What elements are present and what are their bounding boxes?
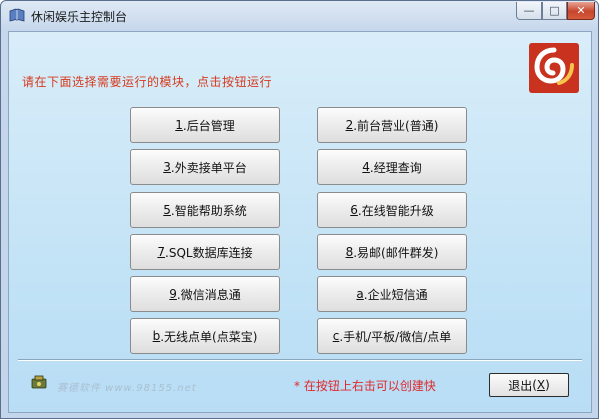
close-button[interactable]: ✕ — [567, 2, 595, 20]
minimize-icon: — — [523, 4, 535, 17]
software-icon — [31, 375, 47, 389]
backend-management-button[interactable]: 1 .后台管理 — [130, 107, 280, 143]
enterprise-sms-button[interactable]: a .企业短信通 — [317, 276, 467, 312]
maximize-button[interactable]: □ — [542, 2, 567, 20]
main-window: 休闲娱乐主控制台 — □ ✕ 请在下面选择需要运行的模块，点击按钮运行 1 .后台… — [0, 0, 599, 419]
client-area: 请在下面选择需要运行的模块，点击按钮运行 1 .后台管理 2 .前台营业(普通) 3… — [8, 31, 592, 413]
mobile-order-button[interactable]: c .手机/平板/微信/点单 — [317, 318, 467, 354]
company-logo-icon — [529, 43, 579, 93]
title-bar[interactable]: 休闲娱乐主控制台 — □ ✕ — [1, 1, 598, 31]
smart-help-button[interactable]: 5 .智能帮助系统 — [130, 192, 280, 228]
sql-connect-button[interactable]: 7 .SQL数据库连接 — [130, 234, 280, 270]
shortcut-hint: * 在按钮上右击可以创建快 — [294, 379, 436, 393]
instruction-text: 请在下面选择需要运行的模块，点击按钮运行 — [22, 75, 273, 89]
window-title: 休闲娱乐主控制台 — [31, 10, 128, 24]
manager-query-button[interactable]: 4 .经理查询 — [317, 149, 467, 185]
online-upgrade-button[interactable]: 6 .在线智能升级 — [317, 192, 467, 228]
takeout-platform-button[interactable]: 3 .外卖接单平台 — [130, 149, 280, 185]
maximize-icon: □ — [549, 4, 560, 17]
app-book-icon — [9, 8, 25, 22]
wechat-message-button[interactable]: 9 .微信消息通 — [130, 276, 280, 312]
email-mass-button[interactable]: 8 .易邮(邮件群发) — [317, 234, 467, 270]
watermark-text: 赛德软件 www.98155.net — [57, 383, 197, 394]
minimize-button[interactable]: — — [516, 2, 542, 20]
close-icon: ✕ — [576, 4, 586, 17]
exit-button[interactable]: 退出(X) — [489, 373, 569, 397]
front-desk-button[interactable]: 2 .前台营业(普通) — [317, 107, 467, 143]
footer-divider — [18, 359, 582, 361]
wireless-order-button[interactable]: b .无线点单(点菜宝) — [130, 318, 280, 354]
